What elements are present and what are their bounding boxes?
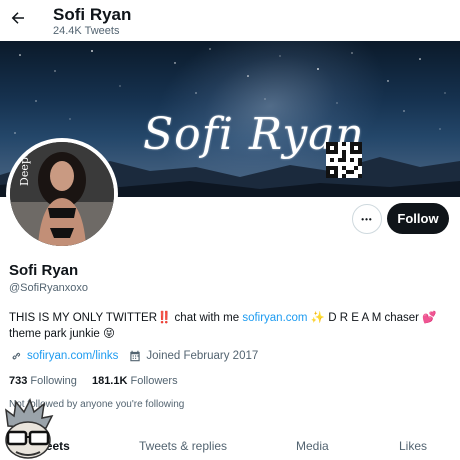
follow-counts: 733 Following 181.1K Followers xyxy=(9,375,178,387)
tweet-count: 24.4K Tweets xyxy=(53,25,120,37)
followers-label: Followers xyxy=(130,375,178,387)
page-title: Sofi Ryan xyxy=(53,5,132,24)
followers-link[interactable]: 181.1K Followers xyxy=(92,375,178,387)
following-link[interactable]: 733 Following xyxy=(9,375,77,387)
top-bar: Sofi Ryan 24.4K Tweets xyxy=(0,0,460,40)
bio-link[interactable]: sofiryan.com xyxy=(242,312,307,324)
heart-emoji: 💕 xyxy=(422,312,437,324)
qr-code xyxy=(326,142,362,178)
tab-likes[interactable]: Likes xyxy=(399,439,427,453)
watermark-mascot-icon xyxy=(5,398,54,459)
double-exclamation-emoji: ‼️ xyxy=(157,312,172,324)
tab-tweets-and-replies[interactable]: Tweets & replies xyxy=(139,439,227,453)
profile-name: Sofi Ryan xyxy=(9,262,79,279)
following-count: 733 xyxy=(9,375,28,387)
profile-handle: @SofiRyanxoxo xyxy=(9,282,89,294)
joined-date: Joined February 2017 xyxy=(146,350,259,362)
following-label: Following xyxy=(30,375,77,387)
tab-media[interactable]: Media xyxy=(296,439,329,453)
profile-tabs: Tweets Tweets & replies Media Likes xyxy=(0,432,460,460)
sparkles-emoji: ✨ xyxy=(310,312,326,324)
tongue-emoji: 😝 xyxy=(102,328,115,340)
followers-count: 181.1K xyxy=(91,375,128,387)
avatar-side-text: Deeper. xyxy=(18,143,31,186)
more-options-button[interactable]: ••• xyxy=(352,204,382,234)
bio-text-4: theme park junkie xyxy=(9,328,103,340)
bio-text-2: chat with me xyxy=(171,312,243,324)
profile-bio: THIS IS MY ONLY TWITTER‼️ chat with me s… xyxy=(9,310,453,342)
link-icon xyxy=(12,352,21,360)
arrow-left-icon[interactable] xyxy=(9,9,27,27)
profile-meta: sofiryan.com/links Joined February 2017 xyxy=(9,349,258,363)
more-icon: ••• xyxy=(361,214,373,224)
bio-text-3: D R E A M chaser xyxy=(325,312,423,324)
avatar[interactable]: Deeper. xyxy=(6,138,118,250)
follow-button[interactable]: Follow xyxy=(387,203,449,234)
bio-text-1: THIS IS MY ONLY TWITTER xyxy=(9,312,158,324)
website-link[interactable]: sofiryan.com/links xyxy=(27,350,118,362)
calendar-icon xyxy=(130,350,141,362)
